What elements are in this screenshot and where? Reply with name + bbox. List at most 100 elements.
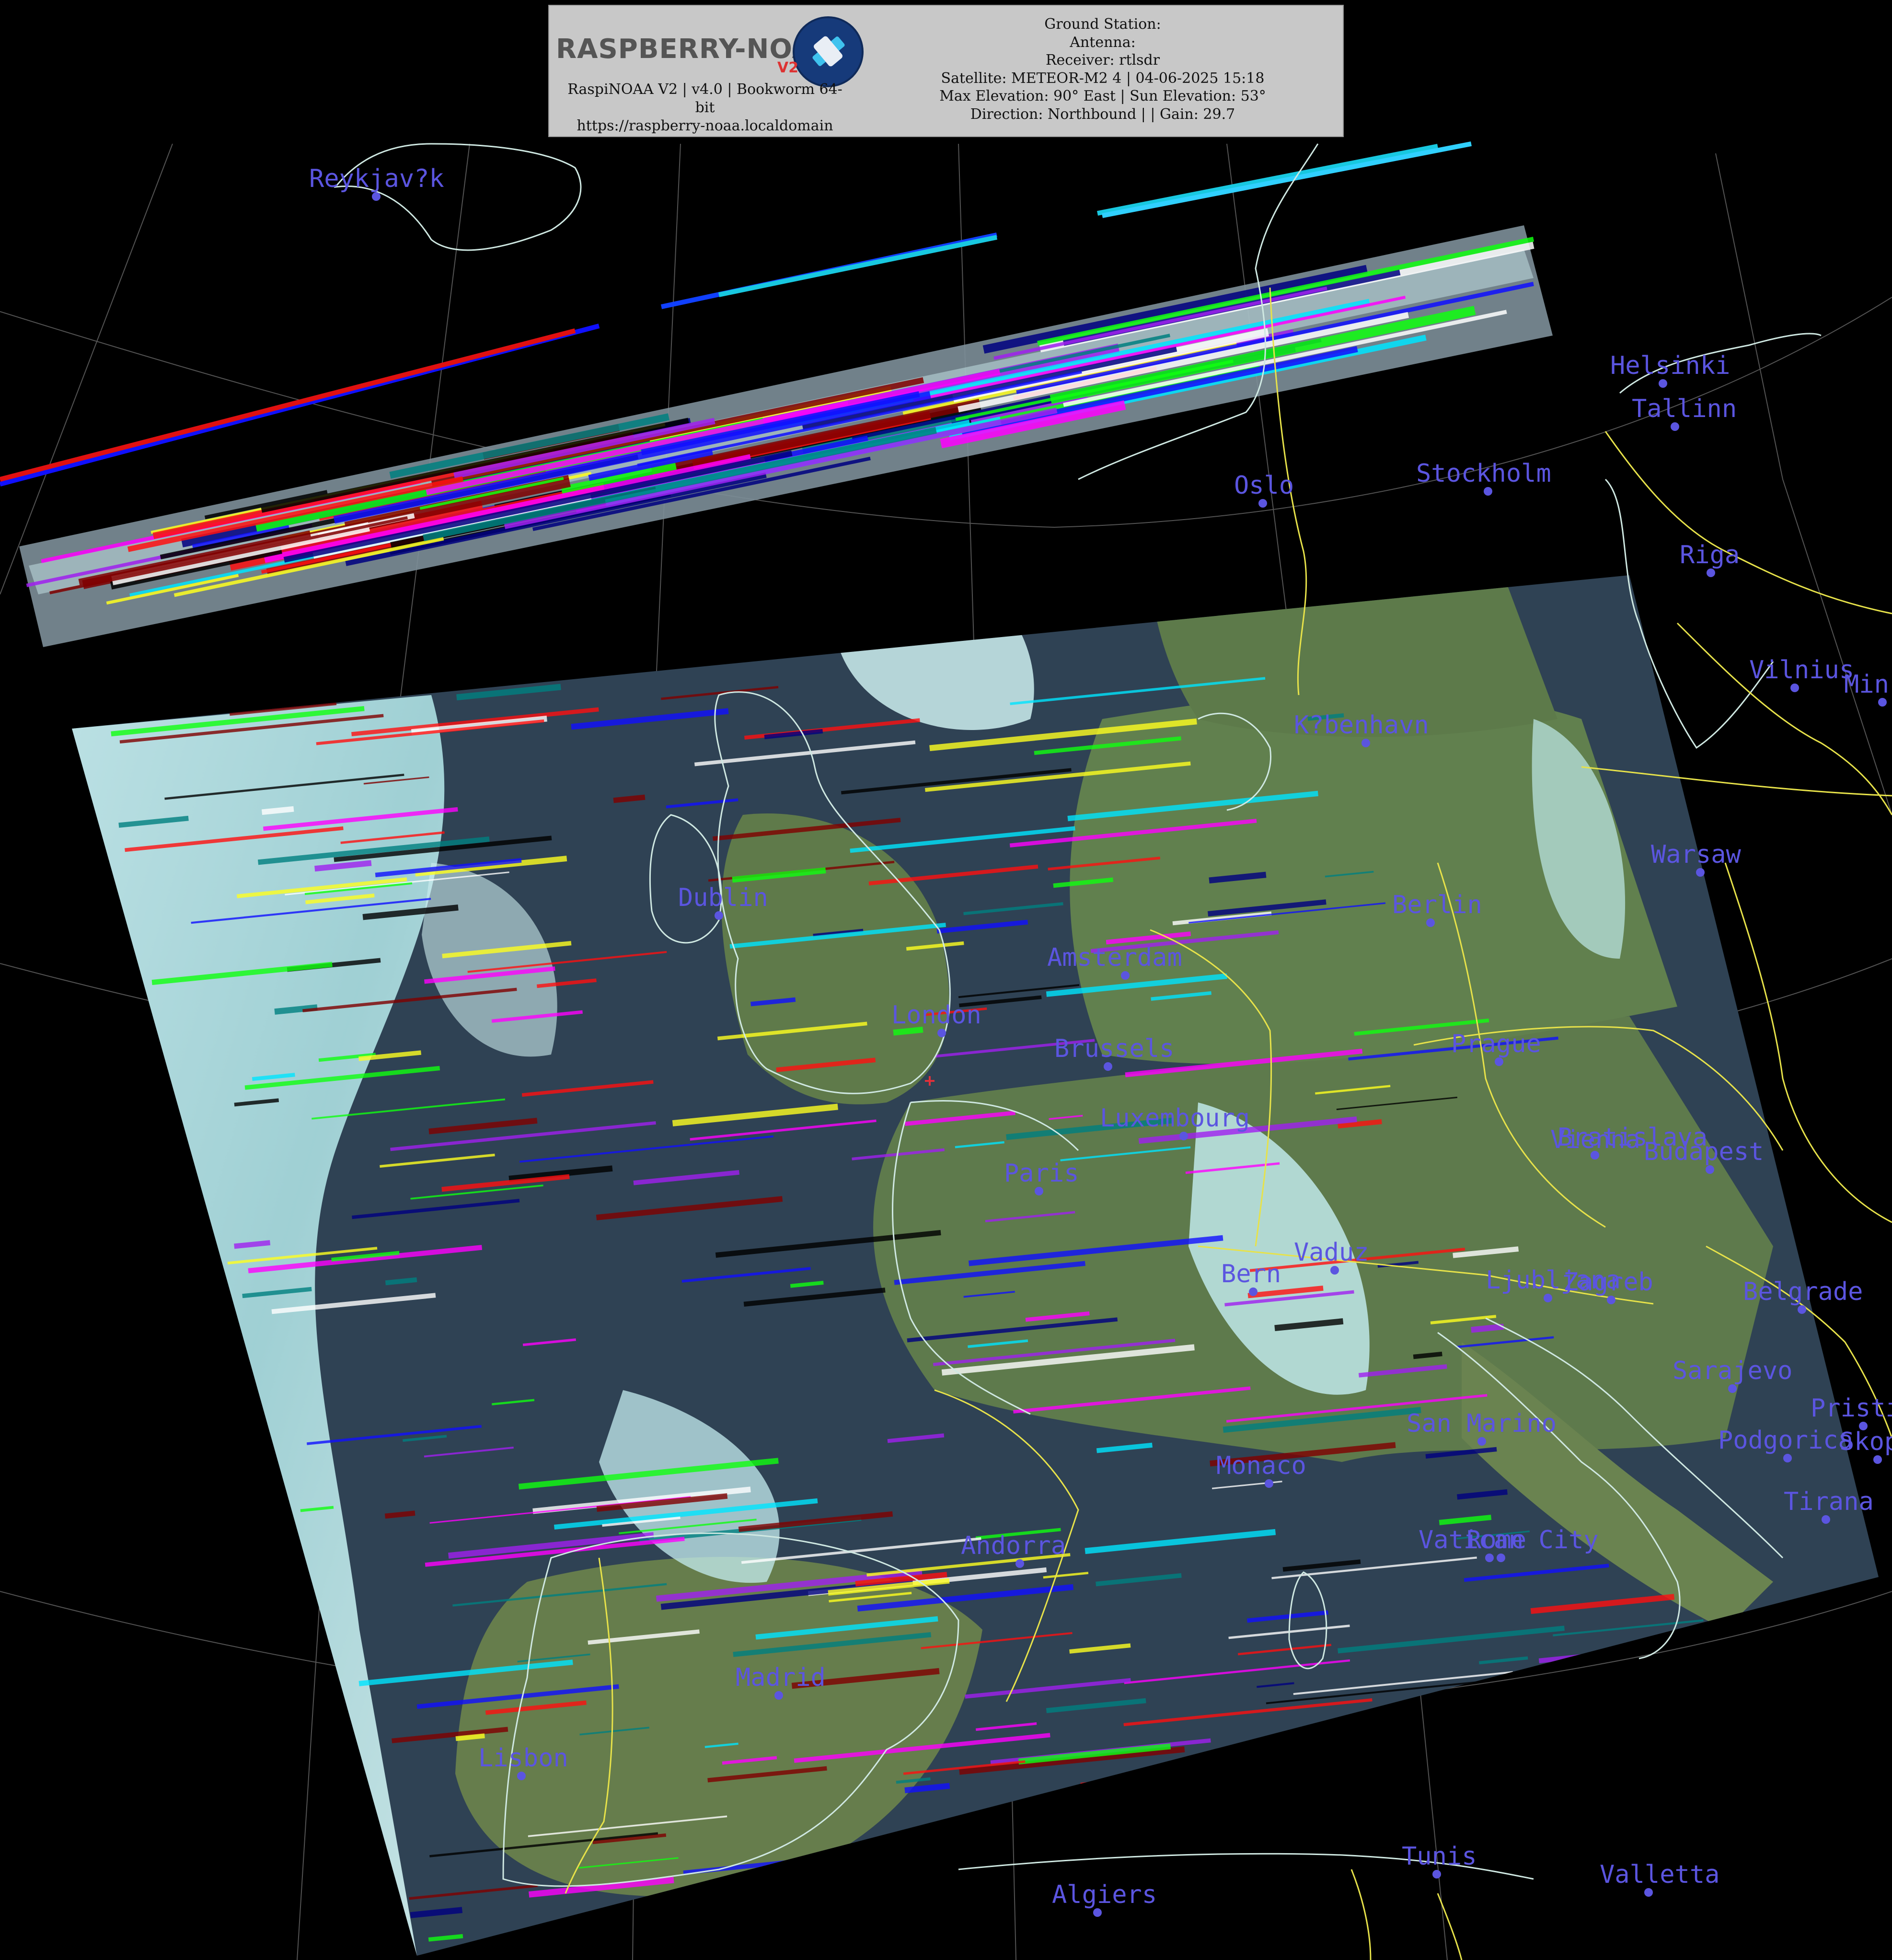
city-marker-icon bbox=[1707, 568, 1715, 577]
city-riga: Riga bbox=[1680, 541, 1740, 577]
city-label: Stockholm bbox=[1416, 459, 1551, 488]
city-label: Andorra bbox=[961, 1531, 1066, 1560]
city-marker-icon bbox=[1249, 1287, 1257, 1296]
city-label: Min bbox=[1844, 670, 1889, 699]
city-label: Dublin bbox=[678, 883, 768, 912]
city-marker-icon bbox=[1822, 1515, 1830, 1524]
city-label: Zagreb bbox=[1563, 1268, 1653, 1297]
city-label: Lisbon bbox=[478, 1744, 568, 1773]
city-marker-icon bbox=[1607, 1296, 1615, 1304]
noise-streak bbox=[1067, 1801, 1220, 1820]
city-marker-icon bbox=[1485, 1554, 1494, 1562]
noise-streak bbox=[735, 1915, 778, 1923]
city-reykjav-k: Reykjav?k bbox=[309, 164, 444, 201]
ground-station-line: Ground Station: bbox=[1044, 16, 1161, 33]
city-label: Riga bbox=[1680, 541, 1740, 569]
noise-streak bbox=[1376, 1819, 1422, 1826]
city-marker-icon bbox=[1644, 1888, 1653, 1897]
noise-streak bbox=[1441, 1915, 1569, 1933]
city-label: Bern bbox=[1221, 1260, 1281, 1288]
city-label: Prague bbox=[1451, 1030, 1541, 1058]
city-label: Podgorica bbox=[1718, 1426, 1853, 1455]
city-label: San Marino bbox=[1407, 1409, 1557, 1438]
receiver-line: Receiver: rtlsdr bbox=[1045, 52, 1160, 69]
city-label: Vilnius bbox=[1749, 656, 1854, 684]
city-marker-icon bbox=[1426, 918, 1435, 927]
city-label: Reykjav?k bbox=[309, 164, 444, 193]
city-marker-icon bbox=[1121, 971, 1130, 980]
city-marker-icon bbox=[1495, 1057, 1503, 1066]
elevation-line: Max Elevation: 90° East | Sun Elevation:… bbox=[939, 88, 1266, 104]
direction-line: Direction: Northbound | | Gain: 29.7 bbox=[970, 105, 1235, 123]
city-label: Amsterdam bbox=[1047, 943, 1182, 972]
city-marker-icon bbox=[1361, 739, 1370, 747]
city-label: Luxembourg bbox=[1100, 1104, 1250, 1133]
logo-version-badge: V2 bbox=[777, 59, 799, 76]
city-label: Algiers bbox=[1052, 1880, 1157, 1909]
city-oslo: Oslo bbox=[1234, 471, 1294, 508]
noise-streak bbox=[384, 1510, 415, 1519]
city-marker-icon bbox=[1179, 1132, 1188, 1140]
app-version-line: RaspiNOAA V2 | v4.0 | Bookworm 64- bbox=[567, 81, 842, 98]
city-label: Warsaw bbox=[1651, 840, 1742, 869]
city-label: Paris bbox=[1004, 1159, 1079, 1188]
city-label: Tallinn bbox=[1632, 394, 1737, 423]
city-marker-icon bbox=[1696, 868, 1705, 877]
noise-streak bbox=[234, 1240, 271, 1249]
satellite-swath bbox=[72, 575, 1879, 1956]
app-info: RaspiNOAA V2 | v4.0 | Bookworm 64- bit h… bbox=[554, 81, 856, 135]
city-label: Vienna bbox=[1550, 1125, 1640, 1154]
city-valletta: Valletta bbox=[1600, 1860, 1719, 1897]
satellite-map: Reykjav?k Helsinki Tallinn Oslo Stockholm Rig… bbox=[0, 141, 1892, 1960]
satellite-line: Satellite: METEOR-M2 4 | 04-06-2025 15:1… bbox=[941, 70, 1265, 87]
city-marker-icon bbox=[517, 1772, 526, 1780]
city-tallinn: Tallinn bbox=[1632, 394, 1737, 431]
noise-streak bbox=[455, 1733, 485, 1741]
city-marker-icon bbox=[372, 192, 381, 201]
city-marker-icon bbox=[1873, 1455, 1882, 1464]
noise-streak bbox=[893, 1026, 923, 1036]
noise-streak bbox=[1027, 1843, 1197, 1863]
noise-streak bbox=[1471, 1323, 1504, 1333]
satellite-badge-icon bbox=[793, 16, 864, 87]
city-marker-icon bbox=[1093, 1908, 1102, 1917]
city-label: Monaco bbox=[1216, 1451, 1306, 1480]
pass-info: Ground Station: Antenna: Receiver: rtlsd… bbox=[865, 15, 1340, 123]
noise-streak bbox=[684, 1924, 812, 1942]
noise-streak bbox=[1393, 1768, 1514, 1785]
noise-streak bbox=[1572, 1669, 1629, 1678]
city-label: Vaduz bbox=[1294, 1238, 1369, 1267]
city-label: Brussels bbox=[1054, 1034, 1174, 1063]
noise-streak bbox=[261, 806, 294, 815]
noise-streak bbox=[1097, 144, 1438, 216]
city-marker-icon bbox=[1258, 499, 1267, 508]
noise-streak bbox=[1367, 1758, 1419, 1770]
city-marker-icon bbox=[1671, 422, 1679, 431]
city-label: Budapest bbox=[1644, 1137, 1764, 1166]
city-label: Pristina bbox=[1811, 1394, 1892, 1423]
city-label: London bbox=[891, 1001, 981, 1030]
app-url: https://raspberry-noaa.localdomain bbox=[577, 117, 833, 134]
city-marker-icon bbox=[1104, 1062, 1112, 1071]
city-tunis: Tunis bbox=[1402, 1842, 1477, 1879]
city-vilnius: Vilnius bbox=[1749, 656, 1854, 692]
antenna-line: Antenna: bbox=[1070, 34, 1136, 51]
info-panel: RASPBERRY-NOAA V2 RaspiNOAA V2 | v4.0 | … bbox=[548, 5, 1344, 137]
city-algiers: Algiers bbox=[1052, 1880, 1157, 1917]
city-marker-icon bbox=[1015, 1559, 1024, 1568]
city-label: Madrid bbox=[736, 1663, 826, 1692]
city-marker-icon bbox=[1783, 1454, 1792, 1462]
noise-streak bbox=[718, 235, 998, 297]
city-label: Tirana bbox=[1784, 1487, 1874, 1516]
noise-streak bbox=[385, 1277, 417, 1286]
city-marker-icon bbox=[1659, 379, 1667, 388]
noise-streak bbox=[1013, 1814, 1225, 1838]
city-label: Rome bbox=[1466, 1526, 1526, 1554]
city-label: Oslo bbox=[1234, 471, 1294, 500]
city-marker-icon bbox=[1728, 1384, 1737, 1393]
city-marker-icon bbox=[715, 911, 723, 920]
noise-streak bbox=[1337, 1900, 1585, 1927]
raspberry-noaa-logo: RASPBERRY-NOAA V2 bbox=[556, 13, 864, 87]
city-marker-icon bbox=[1497, 1554, 1505, 1562]
city-marker-icon bbox=[774, 1691, 783, 1700]
